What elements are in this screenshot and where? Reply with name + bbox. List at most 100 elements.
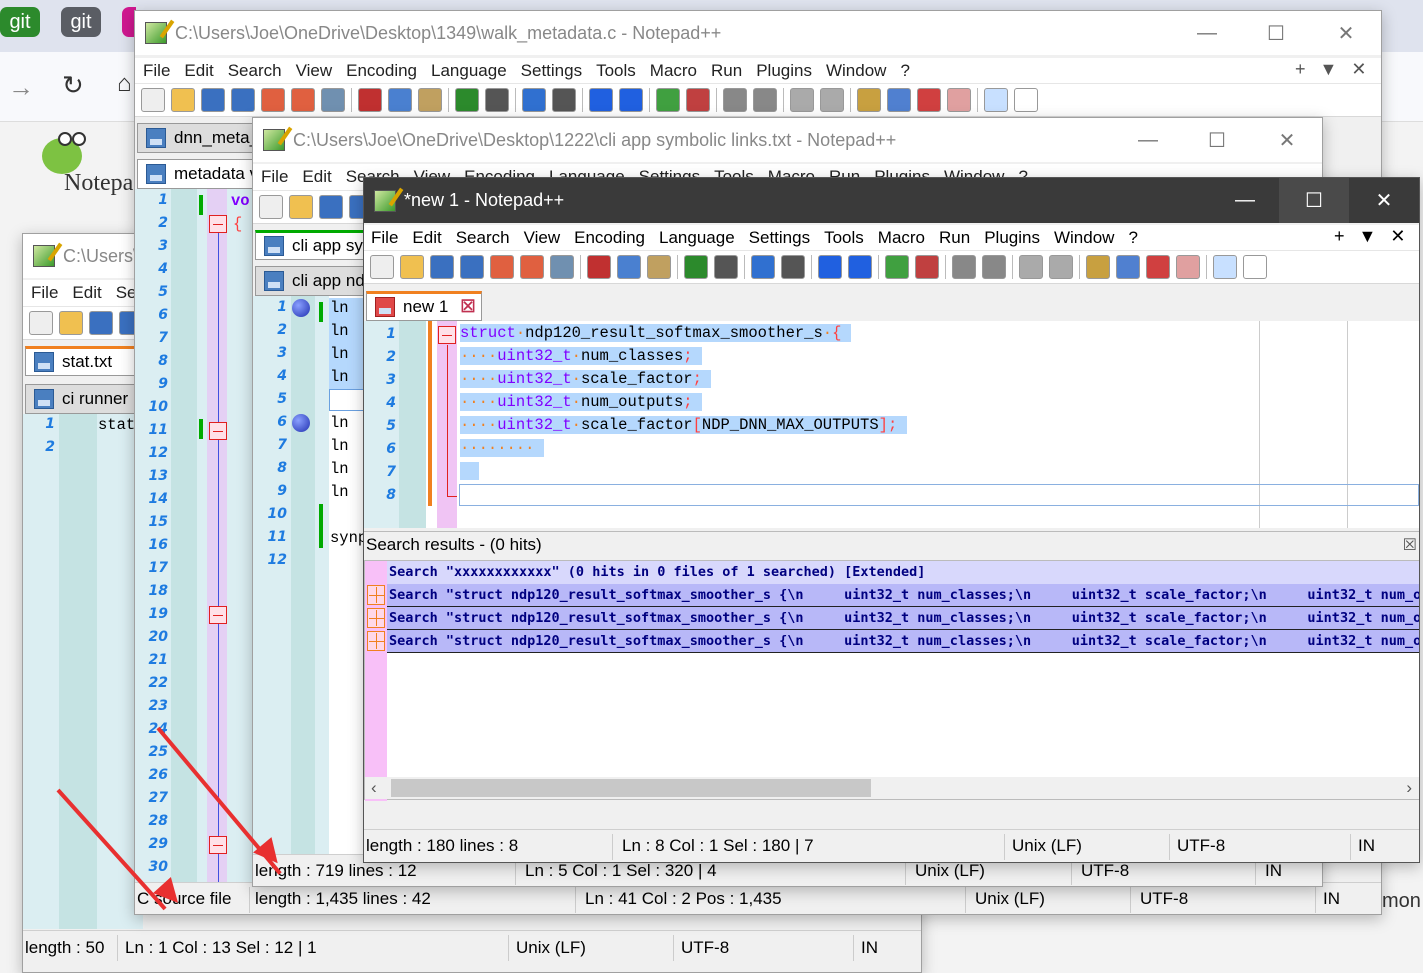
panel-icon[interactable]: [1213, 255, 1237, 279]
zoom-in-icon[interactable]: [885, 255, 909, 279]
save-icon[interactable]: [89, 311, 113, 335]
menu-run[interactable]: Run: [704, 61, 749, 81]
menu-tools[interactable]: Tools: [817, 228, 871, 248]
redo-icon[interactable]: [714, 255, 738, 279]
more-icon[interactable]: [1014, 88, 1038, 112]
folder-icon[interactable]: [1176, 255, 1200, 279]
menu-language[interactable]: Language: [424, 61, 514, 81]
open-file-icon[interactable]: [171, 88, 195, 112]
menu-view[interactable]: View: [517, 228, 568, 248]
new-file-icon[interactable]: [259, 195, 283, 219]
minimize-button[interactable]: —: [1210, 178, 1280, 223]
horizontal-scrollbar[interactable]: ‹ ›: [365, 777, 1419, 799]
menu-search[interactable]: Search: [449, 228, 517, 248]
new-file-icon[interactable]: [29, 311, 53, 335]
save-icon[interactable]: [319, 195, 343, 219]
close-all-icon[interactable]: [520, 255, 544, 279]
find-prev-icon[interactable]: [818, 255, 842, 279]
bookmark-icon[interactable]: [292, 299, 310, 317]
tab-metadata[interactable]: metadata v: [137, 159, 258, 189]
menu-plugins[interactable]: Plugins: [977, 228, 1047, 248]
macro-record-icon[interactable]: [917, 88, 941, 112]
bookmark-icon[interactable]: [292, 414, 310, 432]
search-results-list[interactable]: Search "xxxxxxxxxxxx" (0 hits in 0 files…: [364, 560, 1419, 801]
minimize-button[interactable]: —: [1172, 11, 1242, 55]
function-list-icon[interactable]: [1086, 255, 1110, 279]
wrap-icon[interactable]: [790, 88, 814, 112]
menu-plugins[interactable]: Plugins: [749, 61, 819, 81]
function-list-icon[interactable]: [857, 88, 881, 112]
sync-horizontal-icon[interactable]: [982, 255, 1006, 279]
menu-language[interactable]: Language: [652, 228, 742, 248]
menu-edit[interactable]: Edit: [65, 283, 108, 303]
fold-marker[interactable]: [209, 422, 227, 440]
scrollbar-thumb[interactable]: [391, 779, 871, 797]
open-file-icon[interactable]: [59, 311, 83, 335]
cut-icon[interactable]: [587, 255, 611, 279]
expand-icon[interactable]: [367, 631, 385, 651]
doc-controls[interactable]: +▼✕: [1334, 226, 1419, 247]
search-result-row[interactable]: Search "struct ndp120_result_softmax_smo…: [387, 584, 1419, 607]
search-result-row[interactable]: Search "struct ndp120_result_softmax_smo…: [387, 630, 1419, 653]
maximize-button[interactable]: ☐: [1241, 11, 1311, 55]
browser-tab-git-1[interactable]: git: [0, 7, 40, 37]
menu-macro[interactable]: Macro: [871, 228, 932, 248]
tab-dnn-meta[interactable]: dnn_meta_: [137, 123, 259, 153]
close-panel-icon[interactable]: ☒: [1403, 535, 1417, 555]
open-file-icon[interactable]: [400, 255, 424, 279]
save-icon[interactable]: [201, 88, 225, 112]
tab-ci-runner[interactable]: ci runner r: [25, 384, 139, 414]
menu-settings[interactable]: Settings: [742, 228, 817, 248]
find-next-icon[interactable]: [848, 255, 872, 279]
menu-edit[interactable]: Edit: [295, 167, 338, 187]
menu-file[interactable]: File: [364, 228, 405, 248]
replace-icon[interactable]: [552, 88, 576, 112]
sync-horizontal-icon[interactable]: [753, 88, 777, 112]
editor[interactable]: 1 2 3 4 5 6 7 8 struct·ndp120_result_softmax_sm…: [364, 321, 1419, 528]
close-button[interactable]: ✕: [1349, 178, 1419, 223]
menu-settings[interactable]: Settings: [514, 61, 589, 81]
zoom-in-icon[interactable]: [656, 88, 680, 112]
reload-icon[interactable]: ↻: [62, 70, 84, 101]
menu-edit[interactable]: Edit: [405, 228, 448, 248]
browser-tab-git-2[interactable]: git: [61, 7, 101, 37]
menu-file[interactable]: File: [136, 61, 177, 81]
doc-map-icon[interactable]: [887, 88, 911, 112]
sync-vertical-icon[interactable]: [952, 255, 976, 279]
fold-marker[interactable]: [438, 326, 456, 344]
print-icon[interactable]: [550, 255, 574, 279]
tab-stat-txt[interactable]: stat.txt: [25, 346, 135, 376]
maximize-button[interactable]: ☐: [1182, 118, 1252, 162]
scroll-right-icon[interactable]: ›: [1406, 778, 1412, 798]
find-prev-icon[interactable]: [589, 88, 613, 112]
tab-close-icon[interactable]: ☒: [460, 297, 475, 317]
tab-cli-app-sy[interactable]: cli app sy: [255, 230, 371, 260]
menu-edit[interactable]: Edit: [177, 61, 220, 81]
fold-marker[interactable]: [209, 836, 227, 854]
save-all-icon[interactable]: [231, 88, 255, 112]
home-icon[interactable]: ⌂: [117, 70, 132, 98]
save-icon[interactable]: [430, 255, 454, 279]
redo-icon[interactable]: [485, 88, 509, 112]
close-all-icon[interactable]: [291, 88, 315, 112]
maximize-button[interactable]: ☐: [1279, 178, 1349, 223]
close-button[interactable]: ✕: [1252, 118, 1322, 162]
menu-encoding[interactable]: Encoding: [567, 228, 652, 248]
tab-cli-app-nd[interactable]: cli app nd: [255, 266, 371, 296]
menu-help[interactable]: ?: [1121, 228, 1144, 248]
menu-help[interactable]: ?: [893, 61, 916, 81]
find-icon[interactable]: [751, 255, 775, 279]
macro-record-icon[interactable]: [1146, 255, 1170, 279]
indent-guide-icon[interactable]: [1049, 255, 1073, 279]
zoom-out-icon[interactable]: [915, 255, 939, 279]
forward-arrow-icon[interactable]: →: [8, 72, 34, 103]
menu-window[interactable]: Window: [1047, 228, 1121, 248]
wrap-icon[interactable]: [1019, 255, 1043, 279]
menu-file[interactable]: File: [254, 167, 295, 187]
paste-icon[interactable]: [647, 255, 671, 279]
undo-icon[interactable]: [455, 88, 479, 112]
save-all-icon[interactable]: [460, 255, 484, 279]
cut-icon[interactable]: [358, 88, 382, 112]
zoom-out-icon[interactable]: [686, 88, 710, 112]
doc-map-icon[interactable]: [1116, 255, 1140, 279]
